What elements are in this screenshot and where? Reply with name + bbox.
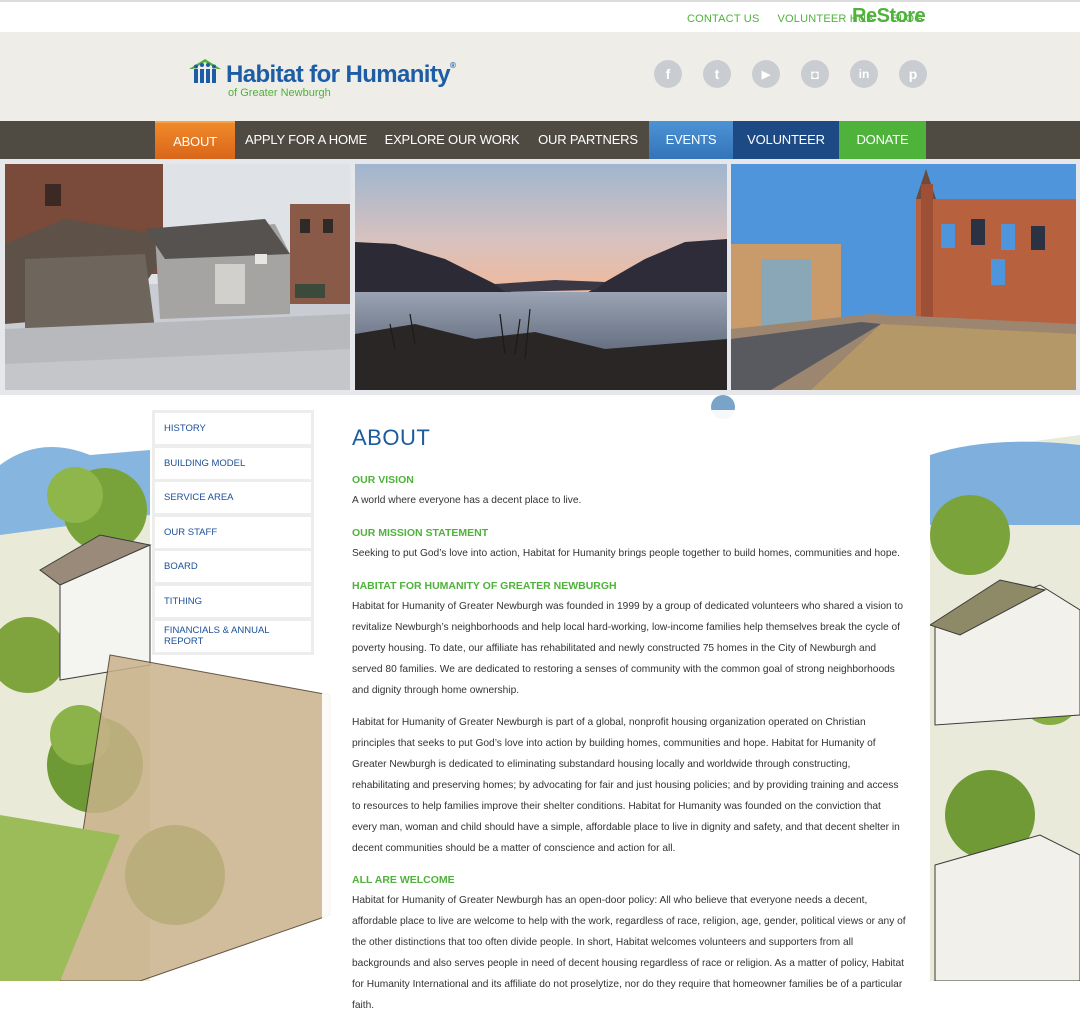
welcome-text: Habitat for Humanity of Greater Newburgh… xyxy=(352,895,906,1011)
main-nav: ABOUT APPLY FOR A HOME EXPLORE OUR WORK … xyxy=(0,121,1080,159)
mission-heading: OUR MISSION STATEMENT xyxy=(352,527,489,539)
linkedin-icon[interactable]: in xyxy=(850,60,878,88)
vision-text: A world where everyone has a decent plac… xyxy=(352,495,582,506)
brick-ruins-image xyxy=(731,164,1076,390)
sidebar-item-service-area[interactable]: SERVICE AREA xyxy=(155,482,311,514)
instagram-icon[interactable]: ◘ xyxy=(801,60,829,88)
nav-explore-our-work[interactable]: EXPLORE OUR WORK xyxy=(384,121,520,159)
hero-photo-brick-ruins xyxy=(731,164,1076,390)
hero-photo-river-landscape xyxy=(355,164,727,390)
facebook-icon[interactable]: f xyxy=(654,60,682,88)
logo-subtitle: of Greater Newburgh xyxy=(228,87,331,99)
nav-donate[interactable]: DONATE xyxy=(839,121,926,159)
sidebar-item-history[interactable]: HISTORY xyxy=(155,413,311,444)
habitat-house-people-icon xyxy=(189,59,221,83)
hero-photo-strip xyxy=(0,159,1080,395)
affiliate-paragraph-2: Habitat for Humanity of Greater Newburgh… xyxy=(352,717,900,854)
youtube-icon[interactable]: ▶ xyxy=(752,60,780,88)
page-title: ABOUT xyxy=(352,425,431,450)
mission-text: Seeking to put God’s love into action, H… xyxy=(352,548,900,559)
pinterest-icon[interactable]: p xyxy=(899,60,927,88)
abandoned-house-image xyxy=(5,164,350,390)
contact-us-link[interactable]: CONTACT US xyxy=(687,13,760,25)
sidebar-item-our-staff[interactable]: OUR STAFF xyxy=(155,516,311,548)
about-content: ABOUT OUR VISION A world where everyone … xyxy=(322,410,930,1011)
affiliate-paragraph-1: Habitat for Humanity of Greater Newburgh… xyxy=(352,601,904,696)
site-header: Habitat for Humanity® of Greater Newburg… xyxy=(0,32,1080,121)
restore-logo-link[interactable]: ReStore xyxy=(852,5,926,28)
vision-heading: OUR VISION xyxy=(352,474,414,486)
river-landscape-image xyxy=(355,164,727,390)
nav-events[interactable]: EVENTS xyxy=(649,121,733,159)
nav-apply-for-a-home[interactable]: APPLY FOR A HOME xyxy=(244,121,368,159)
sidebar-item-building-model[interactable]: BUILDING MODEL xyxy=(155,447,311,479)
registered-mark: ® xyxy=(450,61,456,70)
sidebar-item-financials[interactable]: FINANCIALS & ANNUAL REPORT xyxy=(155,620,311,652)
nav-about[interactable]: ABOUT xyxy=(155,121,235,159)
nav-our-partners[interactable]: OUR PARTNERS xyxy=(536,121,640,159)
hero-photo-abandoned-house xyxy=(5,164,350,390)
twitter-icon[interactable]: t xyxy=(703,60,731,88)
welcome-heading: ALL ARE WELCOME xyxy=(352,874,455,886)
sidebar-item-tithing[interactable]: TITHING xyxy=(155,585,311,617)
about-sidebar: HISTORY BUILDING MODEL SERVICE AREA OUR … xyxy=(152,410,314,655)
logo-name: Habitat for Humanity® xyxy=(226,61,456,88)
nav-volunteer[interactable]: VOLUNTEER xyxy=(733,121,839,159)
sidebar-item-board[interactable]: BOARD xyxy=(155,551,311,583)
social-icons: f t ▶ ◘ in p xyxy=(654,60,927,88)
affiliate-heading: HABITAT FOR HUMANITY OF GREATER NEWBURGH xyxy=(352,580,617,592)
utility-bar: CONTACT US VOLUNTEER HUB BLOG ReStore xyxy=(0,0,1080,32)
